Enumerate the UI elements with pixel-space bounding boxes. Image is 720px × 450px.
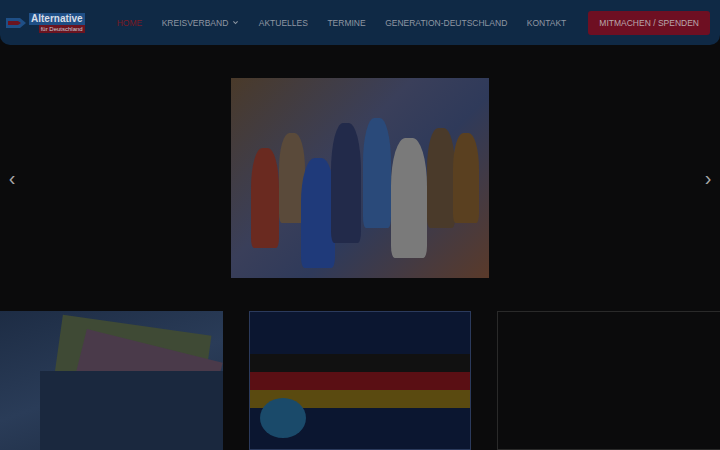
nav-label: KREISVERBAND bbox=[162, 18, 229, 28]
logo-main: Alternative bbox=[29, 13, 85, 25]
figure-shape bbox=[331, 123, 361, 243]
post-card[interactable] bbox=[497, 311, 720, 450]
nav-item[interactable]: HOME bbox=[117, 18, 143, 28]
figure-shape bbox=[363, 118, 391, 228]
figure-shape bbox=[251, 148, 279, 248]
slider-prev-button[interactable]: ‹ bbox=[6, 167, 18, 190]
chevron-down-icon[interactable] bbox=[232, 19, 239, 26]
figure-shape bbox=[301, 158, 335, 268]
post-card[interactable] bbox=[0, 311, 223, 450]
figure-shape bbox=[427, 128, 455, 228]
site-logo[interactable]: Alternativefür Deutschland bbox=[6, 13, 85, 33]
nav-label: KONTAKT bbox=[527, 18, 567, 28]
main-nav: HOME KREISVERBAND AKTUELLES TERMINE GENERATI… bbox=[117, 18, 567, 28]
figure-shape bbox=[453, 133, 479, 223]
nav-label: HOME bbox=[117, 18, 143, 28]
logo-sub: für Deutschland bbox=[39, 25, 85, 33]
logo-text: Alternativefür Deutschland bbox=[29, 13, 85, 33]
figure-shape bbox=[391, 138, 427, 258]
image-slider: ‹› bbox=[0, 45, 720, 311]
slider-next-button[interactable]: › bbox=[702, 167, 714, 190]
nav-label: TERMINE bbox=[327, 18, 365, 28]
nav-item[interactable]: KREISVERBAND bbox=[162, 18, 240, 28]
nav-item[interactable]: AKTUELLES bbox=[259, 18, 308, 28]
nav-label: AKTUELLES bbox=[259, 18, 308, 28]
post-cards bbox=[0, 311, 720, 450]
nav-item[interactable]: GENERATION-DEUTSCHLAND bbox=[385, 18, 507, 28]
logo-arrow-icon bbox=[6, 15, 26, 31]
nav-label: GENERATION-DEUTSCHLAND bbox=[385, 18, 507, 28]
site-header: Alternativefür Deutschland HOME KREISVERBA… bbox=[0, 0, 720, 45]
slide-image bbox=[231, 78, 489, 278]
nav-item[interactable]: TERMINE bbox=[327, 18, 365, 28]
nav-item[interactable]: KONTAKT bbox=[527, 18, 567, 28]
post-card[interactable] bbox=[249, 311, 471, 450]
donate-button[interactable]: MITMACHEN / SPENDEN bbox=[588, 11, 710, 35]
